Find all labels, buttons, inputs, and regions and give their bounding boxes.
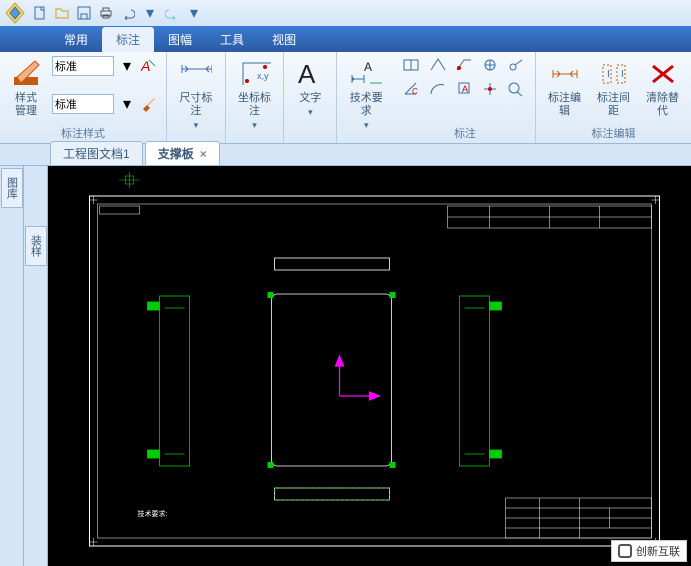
app-logo-icon bbox=[4, 2, 26, 24]
chevron-down-icon[interactable]: ▾ bbox=[308, 107, 313, 118]
svg-text:C: C bbox=[412, 87, 418, 96]
menu-bar: 常用 标注 图幅 工具 视图 bbox=[0, 26, 691, 52]
arc-dim-icon[interactable] bbox=[429, 80, 447, 98]
tab-common[interactable]: 常用 bbox=[50, 27, 102, 52]
tab-view[interactable]: 视图 bbox=[258, 27, 310, 52]
dimension-icon bbox=[180, 58, 212, 90]
balloon-icon[interactable] bbox=[507, 80, 525, 98]
weld-symbol-icon[interactable] bbox=[455, 56, 473, 74]
style-manage-button[interactable]: 样式管理 bbox=[8, 56, 44, 120]
svg-text:I: I bbox=[621, 69, 624, 80]
quick-access-toolbar: ▾ ▾ bbox=[0, 0, 691, 26]
datum-a-icon[interactable]: A bbox=[455, 80, 473, 98]
chevron-down-icon[interactable]: ▾ bbox=[118, 57, 136, 75]
save-icon[interactable] bbox=[76, 5, 92, 21]
workspace: 图库 装样 bbox=[0, 166, 691, 566]
clear-override-label: 清除替代 bbox=[644, 92, 681, 118]
tech-note-text: 技术要求: bbox=[138, 509, 168, 518]
dim-gap-icon: II bbox=[598, 58, 630, 90]
group-dimension: 尺寸标注 ▾ bbox=[167, 52, 226, 143]
dim-edit-button[interactable]: 标注编辑 bbox=[544, 56, 585, 120]
dimension-button[interactable]: 尺寸标注 ▾ bbox=[175, 56, 217, 133]
tech-req-button[interactable]: A 技术要求 ▾ bbox=[345, 56, 387, 133]
tab-frame[interactable]: 图幅 bbox=[154, 27, 206, 52]
new-file-icon[interactable] bbox=[32, 5, 48, 21]
dimension-label: 尺寸标注 bbox=[177, 92, 215, 118]
undo-icon[interactable] bbox=[120, 5, 136, 21]
text-label: 文字 bbox=[299, 92, 321, 105]
svg-text:A: A bbox=[462, 84, 468, 94]
dim-edit-label: 标注编辑 bbox=[546, 92, 583, 118]
group-coordinate: x,y 坐标标注 ▾ bbox=[226, 52, 285, 143]
surface-finish-icon[interactable] bbox=[429, 56, 447, 74]
clear-override-icon bbox=[647, 58, 679, 90]
dim-edit-icon bbox=[549, 58, 581, 90]
ribbon: 样式管理 ▾ A ▾ 标注样式 尺寸标注 ▾ bbox=[0, 52, 691, 144]
chevron-down-icon[interactable]: ▾ bbox=[364, 120, 369, 131]
document-tabs: 工程图文档1 支撑板 × bbox=[0, 144, 691, 166]
style-apply-icon[interactable]: A bbox=[140, 57, 158, 75]
chevron-down-icon[interactable]: ▾ bbox=[194, 120, 199, 131]
svg-text:A: A bbox=[298, 59, 316, 89]
coordinate-icon: x,y bbox=[239, 58, 271, 90]
chevron-down-icon[interactable]: ▾ bbox=[142, 5, 158, 21]
dim-gap-button[interactable]: II 标注间距 bbox=[593, 56, 634, 120]
text-button[interactable]: A 文字 ▾ bbox=[292, 56, 328, 120]
chevron-down-icon[interactable]: ▾ bbox=[186, 5, 202, 21]
group-edit: 标注编辑 II 标注间距 清除替代 标注编辑 bbox=[536, 52, 691, 143]
close-icon[interactable]: × bbox=[200, 147, 207, 161]
style-combo-2[interactable] bbox=[52, 94, 114, 114]
coordinate-label: 坐标标注 bbox=[236, 92, 274, 118]
chevron-down-icon[interactable]: ▾ bbox=[118, 95, 136, 113]
side-panel-left-2: 装样 bbox=[24, 166, 48, 566]
clear-override-button[interactable]: 清除替代 bbox=[642, 56, 683, 120]
doc-tab-2[interactable]: 支撑板 × bbox=[145, 141, 220, 165]
chamfer-dim-icon[interactable]: C bbox=[403, 80, 421, 98]
chevron-down-icon[interactable]: ▾ bbox=[252, 120, 257, 131]
group-edit-label: 标注编辑 bbox=[544, 125, 683, 141]
group-annotation: C A 标注 bbox=[395, 52, 536, 143]
hole-callout-icon[interactable] bbox=[507, 56, 525, 74]
side-btn-library[interactable]: 图库 bbox=[1, 168, 23, 208]
tech-req-icon: A bbox=[350, 58, 382, 90]
dim-gap-label: 标注间距 bbox=[595, 92, 632, 118]
watermark: 创新互联 bbox=[611, 540, 687, 562]
doc-tab-1[interactable]: 工程图文档1 bbox=[50, 141, 143, 165]
tab-tools[interactable]: 工具 bbox=[206, 27, 258, 52]
group-text: A 文字 ▾ bbox=[284, 52, 337, 143]
print-icon[interactable] bbox=[98, 5, 114, 21]
datum-target-icon[interactable] bbox=[481, 56, 499, 74]
style-manage-label: 样式管理 bbox=[10, 92, 42, 118]
side-panel-left: 图库 bbox=[0, 166, 24, 566]
side-btn-sample[interactable]: 装样 bbox=[25, 226, 47, 266]
tab-annotation[interactable]: 标注 bbox=[102, 27, 154, 52]
doc-tab-1-label: 工程图文档1 bbox=[63, 147, 130, 161]
group-tech: A 技术要求 ▾ bbox=[337, 52, 395, 143]
svg-text:A: A bbox=[364, 60, 372, 74]
group-annotation-label: 标注 bbox=[403, 125, 527, 141]
style-brush-icon[interactable] bbox=[140, 95, 158, 113]
watermark-text: 创新互联 bbox=[636, 543, 680, 559]
svg-text:I: I bbox=[607, 69, 610, 80]
coordinate-button[interactable]: x,y 坐标标注 ▾ bbox=[234, 56, 276, 133]
doc-tab-2-label: 支撑板 bbox=[158, 147, 194, 161]
drawing-canvas[interactable]: 技术要求: 创新互联 bbox=[48, 166, 691, 566]
tolerance-frame-icon[interactable] bbox=[403, 56, 421, 74]
watermark-logo-icon bbox=[618, 544, 632, 558]
open-file-icon[interactable] bbox=[54, 5, 70, 21]
style-combo-1[interactable] bbox=[52, 56, 114, 76]
redo-icon[interactable] bbox=[164, 5, 180, 21]
text-icon: A bbox=[294, 58, 326, 90]
svg-text:x,y: x,y bbox=[257, 71, 269, 81]
center-mark-icon[interactable] bbox=[481, 80, 499, 98]
group-style-label: 标注样式 bbox=[8, 125, 158, 141]
group-style: 样式管理 ▾ A ▾ 标注样式 bbox=[0, 52, 167, 143]
tech-req-label: 技术要求 bbox=[347, 92, 385, 118]
style-manage-icon bbox=[10, 58, 42, 90]
